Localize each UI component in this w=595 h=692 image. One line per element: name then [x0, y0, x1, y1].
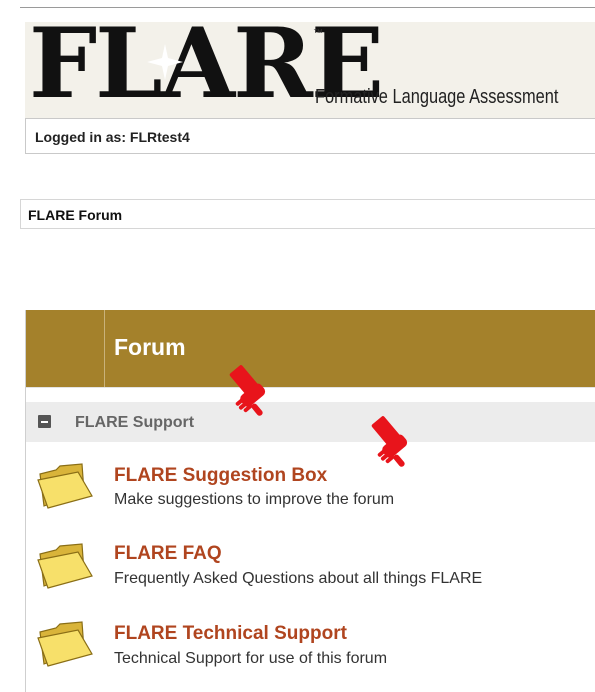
folder-icon: [37, 463, 93, 509]
forum-row: FLARE Suggestion Box Make suggestions to…: [26, 448, 595, 526]
header-column-divider: [104, 310, 105, 387]
breadcrumb-forum-link[interactable]: FLARE Forum: [28, 207, 122, 223]
forum-description: Technical Support for use of this forum: [114, 650, 388, 667]
breadcrumb: FLARE Forum: [20, 199, 595, 229]
folder-icon: [37, 543, 93, 589]
folder-icon: [37, 621, 93, 667]
logged-in-text: Logged in as: FLRtest4: [35, 129, 190, 145]
flare-logo-banner: FLARE ™ Formative Language Assessment: [25, 22, 595, 118]
forum-title-link[interactable]: FLARE Suggestion Box: [114, 465, 327, 487]
collapse-icon[interactable]: [38, 415, 51, 428]
logo-tagline: Formative Language Assessment: [315, 86, 559, 108]
category-row[interactable]: FLARE Support: [26, 402, 595, 442]
forum-description: Make suggestions to improve the forum: [114, 491, 395, 508]
forum-row: FLARE FAQ Frequently Asked Questions abo…: [26, 530, 595, 608]
forum-description: Frequently Asked Questions about all thi…: [114, 570, 483, 587]
logo-star-icon: [147, 44, 183, 80]
forum-table-header: Forum: [26, 310, 595, 388]
category-label[interactable]: FLARE Support: [75, 414, 194, 432]
top-divider: [20, 7, 595, 8]
forum-title-link[interactable]: FLARE FAQ: [114, 543, 222, 565]
forum-title-link[interactable]: FLARE Technical Support: [114, 623, 347, 645]
forum-table: Forum FLARE Support FLARE Suggestion Box…: [25, 310, 595, 692]
forum-column-header: Forum: [114, 334, 186, 360]
logged-in-status: Logged in as: FLRtest4: [25, 118, 595, 154]
pointing-hand-icon: [229, 365, 266, 416]
forum-row: FLARE Technical Support Technical Suppor…: [26, 610, 595, 688]
pointing-hand-icon: [371, 416, 408, 467]
logo-trademark: ™: [313, 28, 323, 39]
